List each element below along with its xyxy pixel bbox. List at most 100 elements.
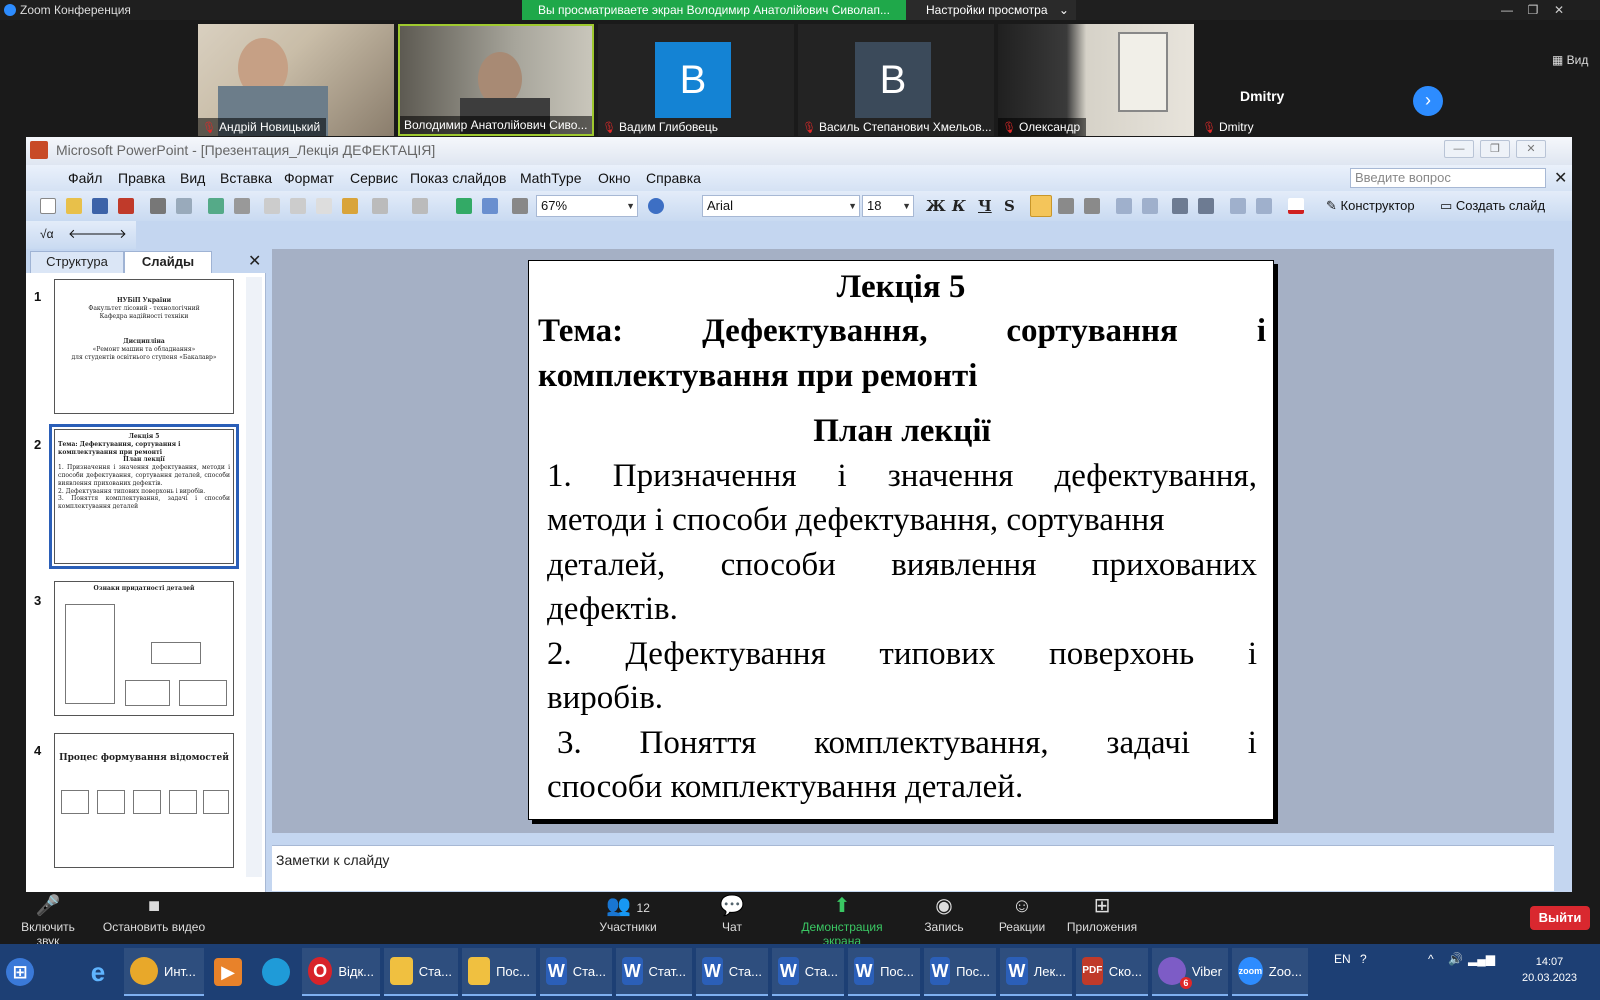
bold-button[interactable]: Ж — [926, 197, 946, 215]
slide-thumbnail-4[interactable]: Процес формування відомостей — [54, 733, 234, 868]
taskbar-pdf[interactable]: PDF Ско... — [1076, 948, 1148, 996]
forward-arrow-icon[interactable]: 🡒 — [92, 226, 127, 242]
new-slide-button[interactable]: ▭ Создать слайд — [1440, 198, 1545, 214]
stop-video-button[interactable]: ■ Остановить видео — [102, 892, 206, 934]
help-icon[interactable] — [648, 198, 664, 214]
start-button[interactable]: ⊞ — [0, 948, 46, 996]
preview-icon[interactable] — [176, 198, 192, 214]
font-name-select[interactable]: Arial ▼ — [702, 195, 860, 217]
taskbar-word[interactable]: W Пос... — [924, 948, 996, 996]
video-tile[interactable]: B 🎙 Вадим Глибовець — [598, 24, 794, 136]
mathtype-sqrt-icon[interactable]: √α — [40, 227, 54, 241]
taskbar-viber[interactable]: 6 Viber — [1152, 948, 1228, 996]
menu-mathtype[interactable]: MathType — [520, 170, 581, 186]
taskbar-ie[interactable]: e — [78, 948, 118, 996]
thumbnails-scrollbar[interactable] — [246, 277, 262, 877]
taskbar-player[interactable]: ▶ — [208, 948, 248, 996]
video-tile-active-speaker[interactable]: Володимир Анатолійович Сиво... — [398, 24, 594, 136]
insert-chart-icon[interactable] — [456, 198, 472, 214]
numbering-icon[interactable] — [1116, 198, 1132, 214]
close-icon[interactable]: ✕ — [248, 251, 261, 271]
unmute-button[interactable]: 🎤 Включить звук — [8, 892, 88, 948]
align-center-icon[interactable] — [1058, 198, 1074, 214]
system-clock[interactable]: 14:07 20.03.2023 — [1522, 954, 1577, 986]
open-icon[interactable] — [66, 198, 82, 214]
volume-icon[interactable]: 🔊 — [1448, 952, 1463, 966]
ask-question-input[interactable]: Введите вопрос — [1350, 168, 1546, 188]
taskbar-word[interactable]: W Ста... — [696, 948, 768, 996]
video-tile[interactable]: 🎙 Андрій Новицький — [198, 24, 394, 136]
bullets-icon[interactable] — [1142, 198, 1158, 214]
decrease-indent-icon[interactable] — [1230, 198, 1246, 214]
menu-view[interactable]: Вид — [180, 170, 205, 186]
grid-icon[interactable] — [512, 198, 528, 214]
close-icon[interactable]: ✕ — [1516, 140, 1546, 158]
shadow-button[interactable]: S — [1004, 197, 1015, 215]
taskbar-edge[interactable] — [256, 948, 296, 996]
restore-icon[interactable]: ❐ — [1520, 0, 1546, 20]
next-page-arrow-icon[interactable]: › — [1413, 86, 1443, 116]
close-icon[interactable]: ✕ — [1546, 0, 1572, 20]
increase-font-icon[interactable] — [1172, 198, 1188, 214]
paste-icon[interactable] — [316, 198, 332, 214]
video-tile[interactable]: 🎙 Олександр — [998, 24, 1194, 136]
apps-button[interactable]: ⊞ Приложения — [1066, 892, 1138, 934]
slide-notes-input[interactable]: Заметки к слайду — [272, 845, 1554, 891]
taskbar-explorer[interactable]: Пос... — [462, 948, 536, 996]
print-icon[interactable] — [150, 198, 166, 214]
tab-outline[interactable]: Структура — [30, 251, 124, 273]
undo-icon[interactable] — [372, 198, 388, 214]
italic-button[interactable]: К — [952, 197, 966, 215]
cut-icon[interactable] — [264, 198, 280, 214]
research-icon[interactable] — [234, 198, 250, 214]
tab-slides[interactable]: Слайды — [124, 251, 212, 273]
format-painter-icon[interactable] — [342, 198, 358, 214]
chat-button[interactable]: 💬 Чат — [712, 892, 752, 934]
redo-icon[interactable] — [412, 198, 428, 214]
taskbar-explorer[interactable]: Ста... — [384, 948, 458, 996]
pdf-icon[interactable] — [118, 198, 134, 214]
participants-button[interactable]: 👥 12 Участники — [596, 892, 660, 934]
font-color-icon[interactable] — [1288, 198, 1304, 214]
align-left-icon[interactable] — [1030, 195, 1052, 217]
decrease-font-icon[interactable] — [1198, 198, 1214, 214]
slide-thumbnail-3[interactable]: Ознаки придатності деталей — [54, 581, 234, 716]
share-screen-button[interactable]: ⬆ Демонстрация экрана — [782, 892, 902, 948]
font-size-select[interactable]: 18 ▼ — [862, 195, 914, 217]
restore-icon[interactable]: ❐ — [1480, 140, 1510, 158]
tray-chevron-up-icon[interactable]: ^ — [1428, 952, 1434, 966]
slide-thumbnail-2-selected[interactable]: Лекція 5 Тема: Дефектування, сортування … — [49, 424, 239, 569]
network-icon[interactable]: ▂▄▆ — [1468, 952, 1495, 966]
taskbar-opera[interactable]: O Відк... — [302, 948, 380, 996]
increase-indent-icon[interactable] — [1256, 198, 1272, 214]
taskbar-word[interactable]: W Лек... — [1000, 948, 1072, 996]
taskbar-word[interactable]: W Пос... — [848, 948, 920, 996]
video-tile[interactable]: 🎙 Dmitry — [1198, 24, 1394, 136]
menu-window[interactable]: Окно — [598, 170, 631, 186]
taskbar-zoom[interactable]: zoom Zoo... — [1232, 948, 1308, 996]
taskbar-word[interactable]: W Стат... — [616, 948, 692, 996]
slide-thumbnail-1[interactable]: НУБіП України Факультет лісовий - технол… — [54, 279, 234, 414]
designer-button[interactable]: ✎ Конструктор — [1326, 198, 1415, 214]
minimize-icon[interactable]: — — [1494, 0, 1520, 20]
minimize-icon[interactable]: — — [1444, 140, 1474, 158]
underline-button[interactable]: Ч — [978, 197, 992, 215]
view-menu[interactable]: ▦ Вид — [1552, 53, 1588, 67]
menu-help[interactable]: Справка — [646, 170, 701, 186]
menu-tools[interactable]: Сервис — [350, 170, 398, 186]
reactions-button[interactable]: ☺ Реакции — [998, 892, 1046, 934]
language-indicator[interactable]: EN — [1334, 952, 1351, 966]
help-icon[interactable]: ? — [1360, 952, 1367, 966]
close-icon[interactable]: ✕ — [1554, 168, 1567, 188]
save-icon[interactable] — [92, 198, 108, 214]
new-icon[interactable] — [40, 198, 56, 214]
current-slide[interactable]: Лекція 5 Тема: Дефектування, сортування … — [528, 260, 1274, 820]
menu-format[interactable]: Формат — [284, 170, 334, 186]
leave-meeting-button[interactable]: Выйти — [1530, 906, 1590, 930]
zoom-select[interactable]: 67% ▼ — [536, 195, 638, 217]
menu-edit[interactable]: Правка — [118, 170, 165, 186]
align-right-icon[interactable] — [1084, 198, 1100, 214]
insert-table-icon[interactable] — [482, 198, 498, 214]
copy-icon[interactable] — [290, 198, 306, 214]
video-tile[interactable]: B 🎙 Василь Степанович Хмельов... — [798, 24, 994, 136]
